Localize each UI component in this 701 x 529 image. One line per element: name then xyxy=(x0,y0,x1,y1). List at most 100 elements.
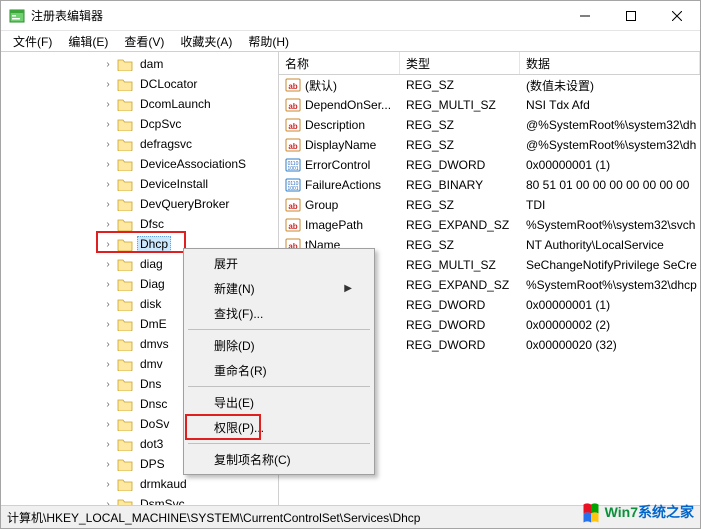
tree-item-label: DcpSvc xyxy=(137,116,184,132)
menubar: 文件(F)编辑(E)查看(V)收藏夹(A)帮助(H) xyxy=(1,31,700,52)
cell-name: Description xyxy=(279,114,400,136)
cell-data: 80 51 01 00 00 00 00 00 00 00 xyxy=(520,175,700,195)
minimize-button[interactable] xyxy=(562,1,608,31)
tree-item-label: drmkaud xyxy=(137,476,190,492)
column-header-type[interactable]: 类型 xyxy=(400,52,520,74)
cell-data: NSI Tdx Afd xyxy=(520,95,700,115)
context-menu-item[interactable]: 新建(N)▶ xyxy=(186,276,372,301)
menu-item-4[interactable]: 帮助(H) xyxy=(240,31,297,52)
column-header-data[interactable]: 数据 xyxy=(520,52,700,74)
tree-item-label: DeviceInstall xyxy=(137,176,211,192)
cell-type: REG_DWORD xyxy=(400,335,520,355)
tree-item-dfsc[interactable]: › Dfsc xyxy=(1,214,278,234)
folder-icon xyxy=(117,397,133,411)
list-row[interactable]: ErrorControlREG_DWORD0x00000001 (1) xyxy=(279,155,700,175)
folder-icon xyxy=(117,317,133,331)
tree-item-label: DsmSvc xyxy=(137,496,188,505)
cell-type: REG_MULTI_SZ xyxy=(400,255,520,275)
expander-icon[interactable]: › xyxy=(101,99,115,110)
expander-icon[interactable]: › xyxy=(101,259,115,270)
tree-item-deviceassociations[interactable]: ›DeviceAssociationS xyxy=(1,154,278,174)
context-menu-item[interactable]: 删除(D) xyxy=(186,333,372,358)
tree-item-deviceinstall[interactable]: › DeviceInstall xyxy=(1,174,278,194)
context-menu-item[interactable]: 查找(F)... xyxy=(186,301,372,326)
expander-icon[interactable]: › xyxy=(101,119,115,130)
close-button[interactable] xyxy=(654,1,700,31)
tree-item-label: DcomLaunch xyxy=(137,96,214,112)
expander-icon[interactable]: › xyxy=(101,239,115,250)
expander-icon[interactable]: › xyxy=(101,399,115,410)
context-menu-item-label: 权限(P)... xyxy=(214,419,264,436)
expander-icon[interactable]: › xyxy=(101,359,115,370)
folder-icon xyxy=(117,237,133,251)
context-menu-item-label: 导出(E) xyxy=(214,394,254,411)
expander-icon[interactable]: › xyxy=(101,159,115,170)
menu-item-3[interactable]: 收藏夹(A) xyxy=(172,31,240,52)
tree-item-defragsvc[interactable]: ›defragsvc xyxy=(1,134,278,154)
app-icon xyxy=(9,8,25,24)
tree-item-label: Dnsc xyxy=(137,396,170,412)
context-menu-item[interactable]: 展开 xyxy=(186,251,372,276)
expander-icon[interactable]: › xyxy=(101,219,115,230)
list-row[interactable]: DescriptionREG_SZ@%SystemRoot%\system32\… xyxy=(279,115,700,135)
expander-icon[interactable]: › xyxy=(101,179,115,190)
menu-item-0[interactable]: 文件(F) xyxy=(5,31,60,52)
folder-icon xyxy=(117,277,133,291)
tree-item-label: DoSv xyxy=(137,416,172,432)
context-menu-item[interactable]: 重命名(R) xyxy=(186,358,372,383)
list-row[interactable]: ImagePathREG_EXPAND_SZ%SystemRoot%\syste… xyxy=(279,215,700,235)
expander-icon[interactable]: › xyxy=(101,79,115,90)
tree-item-label: DCLocator xyxy=(137,76,200,92)
expander-icon[interactable]: › xyxy=(101,439,115,450)
folder-icon xyxy=(117,337,133,351)
list-row[interactable]: DisplayNameREG_SZ@%SystemRoot%\system32\… xyxy=(279,135,700,155)
cell-data: SeChangeNotifyPrivilege SeCre xyxy=(520,255,700,275)
expander-icon[interactable]: › xyxy=(101,319,115,330)
cell-name-text: ErrorControl xyxy=(305,158,370,172)
folder-icon xyxy=(117,157,133,171)
binary-value-icon xyxy=(285,177,301,193)
tree-item-drmkaud[interactable]: › drmkaud xyxy=(1,474,278,494)
list-row[interactable]: (默认)REG_SZ(数值未设置) xyxy=(279,75,700,95)
list-row[interactable]: FailureActionsREG_BINARY80 51 01 00 00 0… xyxy=(279,175,700,195)
cell-type: REG_SZ xyxy=(400,115,520,135)
statusbar: 计算机\HKEY_LOCAL_MACHINE\SYSTEM\CurrentCon… xyxy=(1,506,700,528)
cell-type: REG_MULTI_SZ xyxy=(400,95,520,115)
folder-icon xyxy=(117,137,133,151)
menu-item-2[interactable]: 查看(V) xyxy=(116,31,172,52)
folder-icon xyxy=(117,97,133,111)
expander-icon[interactable]: › xyxy=(101,499,115,506)
titlebar: 注册表编辑器 xyxy=(1,1,700,31)
tree-item-dcpsvc[interactable]: › DcpSvc xyxy=(1,114,278,134)
maximize-button[interactable] xyxy=(608,1,654,31)
list-row[interactable]: GroupREG_SZTDI xyxy=(279,195,700,215)
folder-icon xyxy=(117,117,133,131)
expander-icon[interactable]: › xyxy=(101,479,115,490)
menu-item-1[interactable]: 编辑(E) xyxy=(60,31,116,52)
expander-icon[interactable]: › xyxy=(101,299,115,310)
expander-icon[interactable]: › xyxy=(101,139,115,150)
column-header-name[interactable]: 名称 xyxy=(279,52,400,74)
context-menu-item[interactable]: 权限(P)... xyxy=(186,415,372,440)
tree-item-dsmsvc[interactable]: › DsmSvc xyxy=(1,494,278,505)
submenu-arrow-icon: ▶ xyxy=(344,283,352,294)
cell-data: %SystemRoot%\system32\dhcp xyxy=(520,275,700,295)
context-menu-item[interactable]: 导出(E) xyxy=(186,390,372,415)
expander-icon[interactable]: › xyxy=(101,379,115,390)
tree-item-label: Dfsc xyxy=(137,216,167,232)
expander-icon[interactable]: › xyxy=(101,339,115,350)
expander-icon[interactable]: › xyxy=(101,59,115,70)
expander-icon[interactable]: › xyxy=(101,279,115,290)
folder-icon xyxy=(117,77,133,91)
context-menu-item[interactable]: 复制项名称(C) xyxy=(186,447,372,472)
tree-item-dclocator[interactable]: › DCLocator xyxy=(1,74,278,94)
expander-icon[interactable]: › xyxy=(101,199,115,210)
tree-item-dcomlaunch[interactable]: › DcomLaunch xyxy=(1,94,278,114)
folder-icon xyxy=(117,457,133,471)
expander-icon[interactable]: › xyxy=(101,419,115,430)
list-row[interactable]: DependOnSer...REG_MULTI_SZNSI Tdx Afd xyxy=(279,95,700,115)
tree-item-dam[interactable]: ›dam xyxy=(1,54,278,74)
expander-icon[interactable]: › xyxy=(101,459,115,470)
cell-name-text: Description xyxy=(305,118,365,132)
tree-item-devquerybroker[interactable]: ›DevQueryBroker xyxy=(1,194,278,214)
